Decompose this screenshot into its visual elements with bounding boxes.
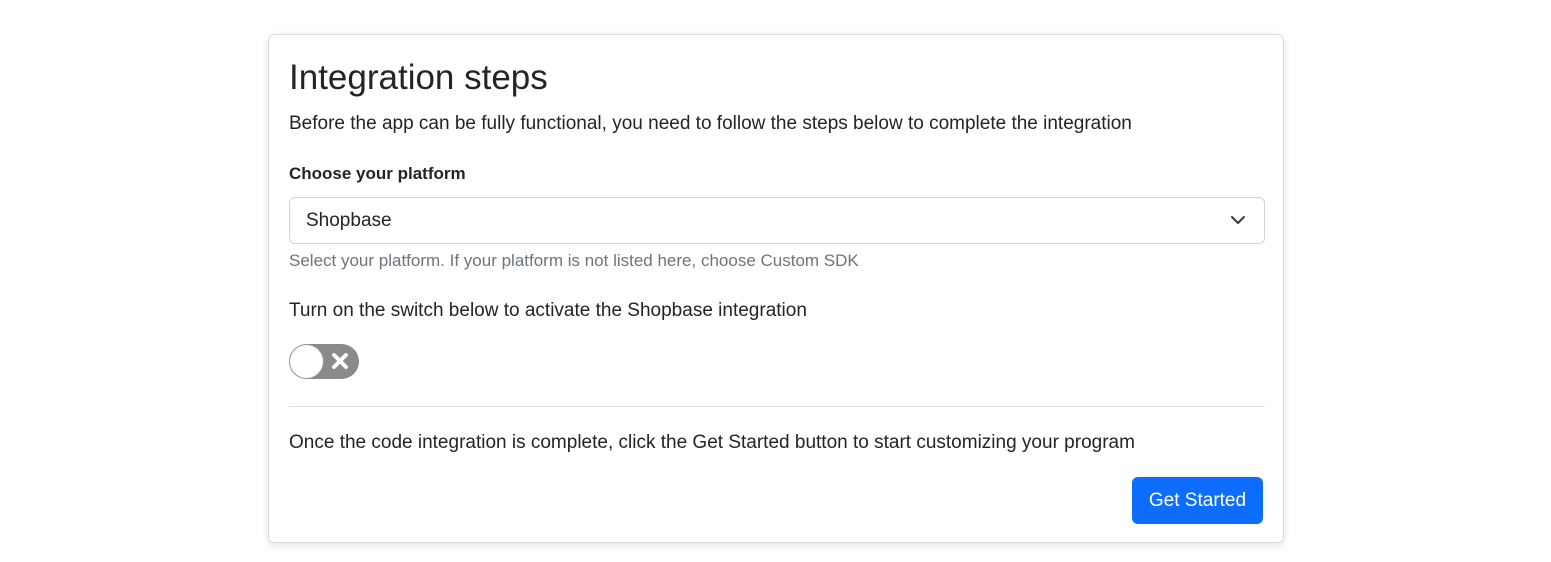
platform-help-text: Select your platform. If your platform i… [289, 251, 859, 270]
platform-select[interactable]: Shopbase [289, 197, 1265, 244]
get-started-button[interactable]: Get Started [1132, 477, 1263, 524]
completion-text: Once the code integration is complete, c… [289, 432, 1135, 453]
switch-instruction: Turn on the switch below to activate the… [289, 300, 807, 321]
x-icon [332, 353, 348, 369]
divider [289, 406, 1265, 407]
platform-select-value: Shopbase [306, 210, 392, 231]
integration-toggle[interactable] [289, 344, 359, 379]
chevron-down-icon [1231, 216, 1245, 224]
platform-label: Choose your platform [289, 164, 466, 183]
intro-text: Before the app can be fully functional, … [289, 113, 1132, 134]
card-body: Integration steps Before the app can be … [289, 35, 1265, 542]
page-title: Integration steps [289, 58, 548, 97]
toggle-knob [290, 345, 323, 378]
integration-card: Integration steps Before the app can be … [268, 34, 1284, 543]
